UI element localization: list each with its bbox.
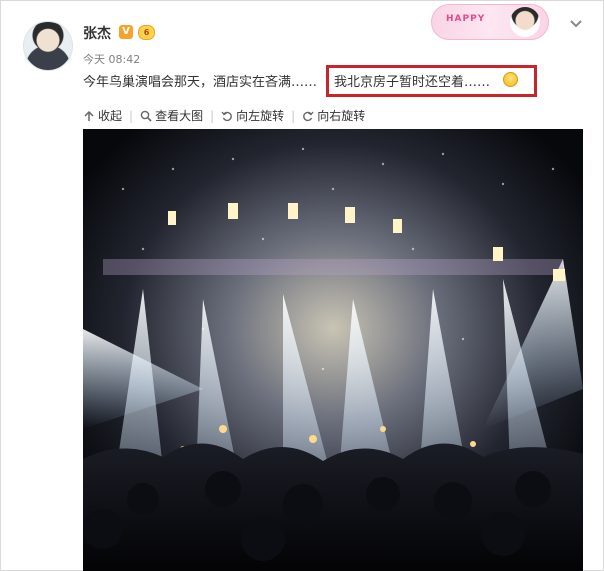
banner-text: HAPPY: [446, 14, 486, 24]
divider: |: [129, 108, 134, 123]
concert-photo-image: [83, 129, 583, 571]
divider: |: [210, 108, 215, 123]
rotate-right-icon: [303, 111, 314, 121]
verified-badge: V: [119, 25, 133, 39]
user-name[interactable]: 张杰: [83, 23, 111, 43]
view-large-label: 查看大图: [155, 109, 204, 123]
collapse-label: 收起: [98, 109, 123, 123]
rotate-right-button[interactable]: 向右旋转: [302, 107, 365, 124]
concert-photo[interactable]: [83, 129, 583, 571]
rotate-right-label: 向右旋转: [317, 109, 366, 123]
rotate-left-button[interactable]: 向左旋转: [221, 107, 284, 124]
avatar[interactable]: [23, 21, 73, 71]
rotate-left-icon: [221, 111, 232, 121]
collapse-icon: [84, 110, 94, 121]
post-text: 今年鸟巢演唱会那天，酒店实在吝满……: [83, 75, 318, 90]
rotate-left-label: 向左旋转: [236, 109, 285, 123]
post-timestamp[interactable]: 今天 08:42: [83, 51, 140, 67]
member-badge[interactable]: 6: [138, 25, 155, 40]
highlighted-post-text: 我北京房子暂时还空着……: [334, 75, 491, 90]
view-large-button[interactable]: 查看大图: [140, 107, 203, 124]
smile-emoji-icon: [503, 72, 518, 87]
chevron-down-icon[interactable]: [569, 19, 583, 29]
banner-avatar: [510, 7, 540, 37]
divider: |: [291, 108, 296, 123]
decorative-banner: HAPPY: [431, 4, 549, 40]
collapse-button[interactable]: 收起: [83, 107, 122, 124]
image-action-bar: 收起 | 查看大图 | 向左旋转 | 向右旋转: [83, 107, 365, 124]
weibo-post-card: 张杰 V 6 今天 08:42 HAPPY 今年鸟巢演唱会那天，酒店实在吝满………: [0, 0, 604, 571]
search-icon: [140, 110, 152, 122]
